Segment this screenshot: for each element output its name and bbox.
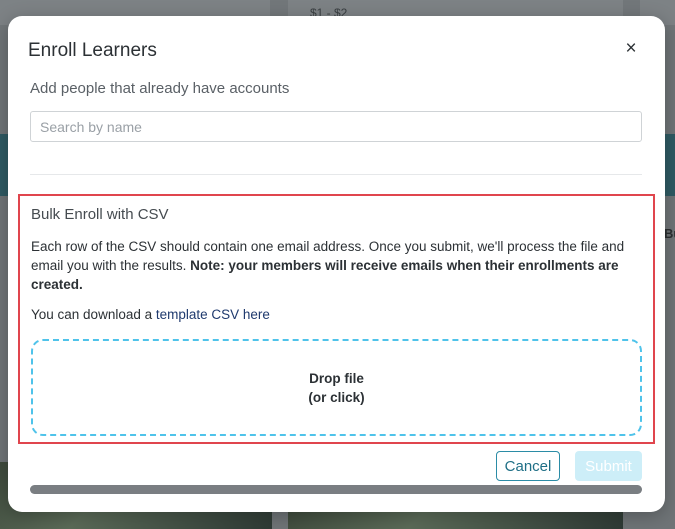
- dropzone-hint: (or click): [308, 389, 365, 405]
- download-template-line: You can download a template CSV here: [31, 307, 270, 322]
- submit-button[interactable]: Submit: [575, 451, 642, 481]
- search-input[interactable]: [30, 111, 642, 142]
- close-icon[interactable]: ×: [623, 39, 639, 58]
- bulk-enroll-description: Each row of the CSV should contain one e…: [31, 237, 646, 294]
- modal-title: Enroll Learners: [28, 40, 157, 61]
- enroll-learners-modal: Enroll Learners × Add people that alread…: [8, 16, 665, 512]
- modal-header: Enroll Learners ×: [8, 16, 665, 80]
- bulk-enroll-title: Bulk Enroll with CSV: [31, 206, 169, 223]
- bulk-enroll-section: Bulk Enroll with CSV Each row of the CSV…: [18, 194, 655, 444]
- existing-accounts-label: Add people that already have accounts: [30, 80, 290, 97]
- horizontal-scrollbar[interactable]: [30, 485, 642, 494]
- cancel-button[interactable]: Cancel: [496, 451, 560, 481]
- background-text: Bulk: [664, 226, 675, 241]
- download-prefix: You can download a: [31, 307, 156, 322]
- scrollbar-thumb[interactable]: [30, 485, 642, 494]
- file-dropzone[interactable]: Drop file (or click): [31, 339, 642, 436]
- divider: [30, 174, 642, 175]
- template-csv-link[interactable]: template CSV here: [156, 307, 270, 322]
- dropzone-label: Drop file: [309, 370, 364, 386]
